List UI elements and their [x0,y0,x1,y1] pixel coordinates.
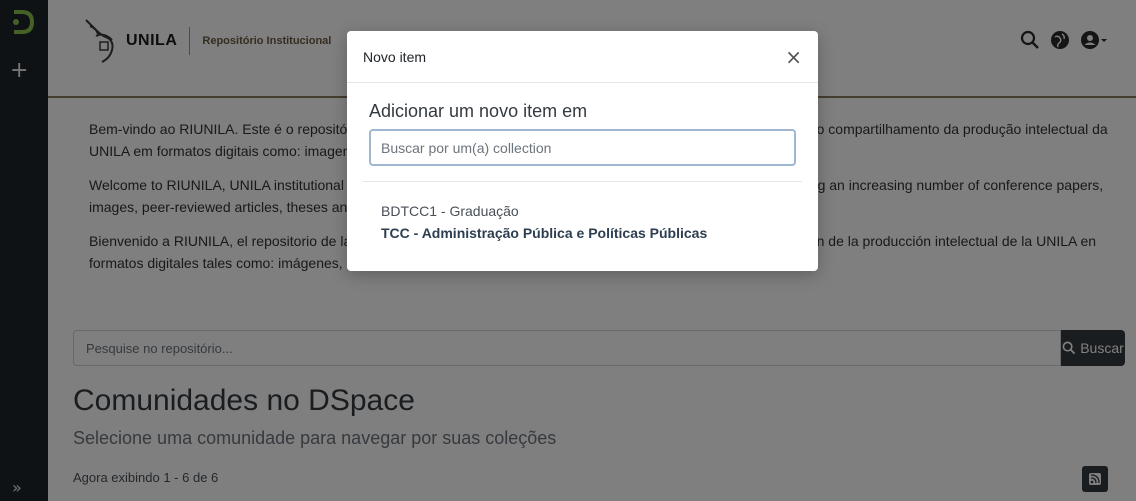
collection-result-item[interactable]: BDTCC1 - Graduação TCC - Administração P… [381,203,707,241]
new-item-modal: Novo item × Adicionar um novo item em BD… [347,31,818,271]
modal-title: Novo item [363,49,427,65]
result-parent-community: BDTCC1 - Graduação [381,203,519,219]
modal-divider [363,181,802,182]
modal-heading: Adicionar um novo item em [369,101,588,121]
collection-search-input[interactable] [369,129,796,166]
close-icon[interactable]: × [785,45,802,69]
result-collection-name: TCC - Administração Pública e Políticas … [381,225,708,241]
modal-header: Novo item × [347,31,818,83]
